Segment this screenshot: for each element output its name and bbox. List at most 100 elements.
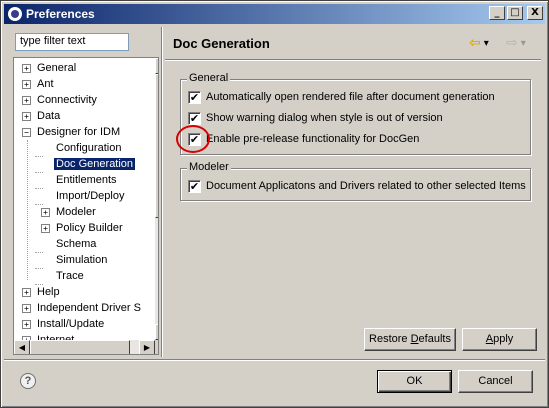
auto-open-option[interactable]: ✔ Automatically open rendered file after… — [188, 89, 495, 105]
collapse-icon[interactable]: − — [22, 127, 31, 137]
scroll-down-button[interactable]: ▼ — [155, 324, 158, 340]
tree-vertical-scrollbar[interactable]: ▲ ▼ — [155, 58, 158, 340]
general-group: General ✔ Automatically open rendered fi… — [180, 72, 531, 155]
tree-item[interactable]: Simulation — [35, 252, 109, 269]
document-drivers-label: Document Applicatons and Drivers related… — [206, 180, 526, 192]
style-warning-option[interactable]: ✔ Show warning dialog when style is out … — [188, 110, 443, 126]
expand-icon[interactable]: + — [22, 303, 31, 313]
tree-item[interactable]: Configuration — [35, 140, 123, 157]
tree-item-label: Modeler — [56, 206, 96, 218]
expand-icon[interactable]: + — [22, 287, 31, 297]
apply-post: pply — [493, 333, 514, 345]
modeler-group: Modeler ✔ Document Applicatons and Drive… — [180, 161, 531, 201]
tree-item-label: Schema — [56, 238, 97, 250]
tree-item-label: Help — [37, 286, 60, 298]
ok-button[interactable]: OK — [377, 370, 452, 393]
tree-item-label: Trace — [56, 270, 84, 282]
back-arrow-icon[interactable]: ⇦ — [469, 35, 481, 51]
apply-mnemonic: A — [485, 333, 494, 345]
scroll-corner — [155, 340, 158, 354]
panel-sash[interactable] — [161, 27, 163, 357]
style-warning-label: Show warning dialog when style is out of… — [206, 112, 443, 124]
tree-item[interactable]: + Install/Update — [22, 316, 106, 332]
tree-item[interactable]: Entitlements — [35, 172, 119, 189]
preference-tree: + General + Ant + Connectivity + Data − Designer … — [13, 57, 159, 355]
forward-arrow-icon[interactable]: ⇨ — [506, 35, 518, 51]
tree-item-label: Simulation — [56, 254, 108, 266]
tree-item-label: Doc Generation — [54, 158, 136, 170]
scroll-left-button[interactable]: ◀ — [14, 340, 30, 354]
back-menu-chevron-icon[interactable]: ▾ — [484, 38, 489, 49]
tree-item[interactable]: Import/Deploy — [35, 188, 126, 205]
tree-branch-line — [27, 140, 28, 280]
tree-item-label: Connectivity — [37, 94, 97, 106]
maximize-button[interactable]: □ — [507, 6, 523, 20]
expand-icon[interactable]: + — [22, 95, 31, 105]
tree-horizontal-scrollbar[interactable]: ◀ ▶ — [14, 340, 155, 354]
tree-item[interactable]: Schema — [35, 236, 98, 253]
bottom-separator — [4, 359, 545, 361]
tree-item-label: Entitlements — [56, 174, 117, 186]
restore-defaults-button[interactable]: Restore Defaults — [364, 328, 456, 351]
horizontal-scroll-thumb[interactable] — [30, 340, 130, 354]
tree-item-label: Designer for IDM — [37, 126, 121, 138]
red-annotation-circle — [176, 125, 210, 153]
title-bar[interactable]: Preferences _ □ X — [4, 4, 545, 24]
tree-item[interactable]: + Connectivity — [22, 92, 99, 108]
tree-item[interactable]: + Data — [22, 108, 62, 124]
window-title: Preferences — [26, 7, 95, 21]
document-drivers-option[interactable]: ✔ Document Applicatons and Drivers relat… — [188, 178, 526, 194]
expand-icon[interactable]: + — [22, 79, 31, 89]
tree-item[interactable]: − Designer for IDM — [22, 124, 122, 140]
back-navigation[interactable]: ⇦ ▾ — [469, 35, 489, 51]
window-controls: _ □ X — [489, 6, 543, 20]
tree-item[interactable]: + Modeler — [41, 204, 98, 220]
style-warning-checkbox[interactable]: ✔ — [188, 111, 201, 125]
tree-item-label: Data — [37, 110, 61, 122]
tree-item[interactable]: Trace — [35, 268, 86, 285]
expand-icon[interactable]: + — [22, 319, 31, 329]
pre-release-option[interactable]: ✔ Enable pre-release functionality for D… — [188, 131, 419, 147]
tree-item-label: Policy Builder — [56, 222, 123, 234]
expand-icon[interactable]: + — [41, 223, 50, 233]
page-title: Doc Generation — [173, 36, 270, 51]
filter-input[interactable]: type filter text — [15, 33, 129, 51]
restore-defaults-pre: Restore — [369, 333, 411, 345]
expand-icon[interactable]: + — [22, 63, 31, 73]
cancel-button[interactable]: Cancel — [458, 370, 533, 393]
vertical-scroll-thumb[interactable] — [155, 74, 158, 218]
tree-item[interactable]: + Policy Builder — [41, 220, 125, 236]
tree-item[interactable]: + General — [22, 60, 78, 76]
apply-button[interactable]: Apply — [462, 328, 537, 351]
help-icon[interactable]: ? — [20, 373, 36, 389]
tree-item[interactable]: + Independent Driver S — [22, 300, 143, 316]
scroll-up-button[interactable]: ▲ — [155, 58, 158, 74]
auto-open-checkbox[interactable]: ✔ — [188, 90, 201, 104]
general-group-legend: General — [187, 72, 231, 84]
restore-defaults-post: efaults — [418, 333, 451, 345]
expand-icon[interactable]: + — [41, 207, 50, 217]
pre-release-label: Enable pre-release functionality for Doc… — [206, 133, 420, 145]
tree-item-label: Configuration — [56, 142, 122, 154]
minimize-button[interactable]: _ — [489, 6, 505, 20]
forward-menu-chevron-icon[interactable]: ▾ — [521, 38, 526, 49]
tree-item[interactable]: Doc Generation — [35, 156, 136, 173]
document-drivers-checkbox[interactable]: ✔ — [188, 179, 201, 193]
eclipse-icon — [8, 7, 22, 21]
tree-item-label: General — [37, 62, 77, 74]
tree-item-label: Install/Update — [37, 318, 105, 330]
restore-defaults-mnemonic: D — [410, 333, 419, 345]
scroll-right-button[interactable]: ▶ — [139, 340, 155, 354]
modeler-group-legend: Modeler — [187, 161, 231, 173]
expand-icon[interactable]: + — [22, 111, 31, 121]
preferences-window: Preferences _ □ X type filter text + Gene… — [0, 0, 549, 408]
tree-item-label: Independent Driver S — [37, 302, 141, 314]
tree-item[interactable]: + Help — [22, 284, 62, 300]
forward-navigation[interactable]: ⇨ ▾ — [506, 35, 526, 51]
tree-item-label: Ant — [37, 78, 54, 90]
tree-item-label: Import/Deploy — [56, 190, 125, 202]
close-button[interactable]: X — [527, 6, 543, 20]
tree-item[interactable]: + Ant — [22, 76, 56, 92]
title-separator — [165, 59, 541, 61]
auto-open-label: Automatically open rendered file after d… — [206, 91, 495, 103]
